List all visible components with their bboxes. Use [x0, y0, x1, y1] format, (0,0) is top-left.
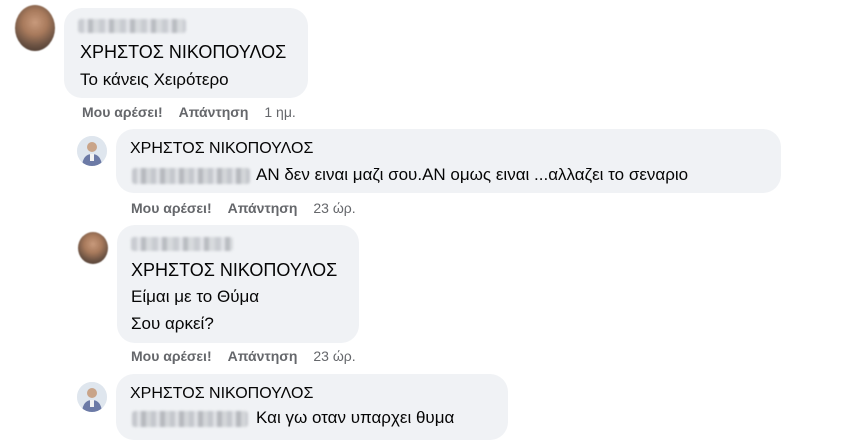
avatar[interactable] [78, 232, 108, 264]
blurred-tagged-name[interactable] [132, 168, 250, 184]
comment-timestamp[interactable]: 23 ώρ. [313, 200, 355, 216]
profile-photo-icon [77, 382, 107, 412]
avatar[interactable] [15, 5, 55, 51]
author-name[interactable]: ΧΡΗΣΤΟΣ ΝΙΚΟΠΟΥΛΟΣ [130, 140, 313, 158]
reply-button[interactable]: Απάντηση [228, 200, 298, 216]
blurred-commenter-name[interactable] [78, 19, 186, 33]
comment-timestamp[interactable]: 23 ώρ. [313, 348, 355, 364]
comment-text: ΑΝ δεν ειναι μαζι σου.ΑΝ ομως ειναι ...α… [256, 165, 689, 184]
comment-bubble: ΧΡΗΣΤΟΣ ΝΙΚΟΠΟΥΛΟΣ ΑΝ δεν ειναι μαζι σου… [116, 129, 781, 193]
comment-bubble: ΧΡΗΣΤΟΣ ΝΙΚΟΠΟΥΛΟΣ Το κάνεις Χειρότερο [64, 8, 308, 98]
comment-text: Και γω οταν υπαρχει θυμα [256, 408, 455, 427]
comment-actions: Μου αρέσει! Απάντηση 23 ώρ. [131, 200, 356, 216]
avatar[interactable] [77, 136, 107, 166]
comment-actions: Μου αρέσει! Απάντηση 23 ώρ. [131, 348, 356, 364]
like-button[interactable]: Μου αρέσει! [131, 348, 212, 364]
like-button[interactable]: Μου αρέσει! [131, 200, 212, 216]
blurred-commenter-name[interactable] [131, 237, 233, 251]
reply-button[interactable]: Απάντηση [179, 104, 249, 120]
tagged-author-name[interactable]: ΧΡΗΣΤΟΣ ΝΙΚΟΠΟΥΛΟΣ [80, 42, 286, 63]
blurred-tagged-name[interactable] [132, 411, 248, 427]
comment-bubble: ΧΡΗΣΤΟΣ ΝΙΚΟΠΟΥΛΟΣ Είμαι με το Θύμα Σου … [117, 225, 359, 343]
tagged-author-name[interactable]: ΧΡΗΣΤΟΣ ΝΙΚΟΠΟΥΛΟΣ [131, 260, 337, 281]
profile-photo-icon [77, 136, 107, 166]
comment-text: Το κάνεις Χειρότερο [80, 70, 229, 89]
author-name[interactable]: ΧΡΗΣΤΟΣ ΝΙΚΟΠΟΥΛΟΣ [130, 385, 313, 403]
comment-actions: Μου αρέσει! Απάντηση 1 ημ. [82, 104, 296, 120]
comment-bubble: ΧΡΗΣΤΟΣ ΝΙΚΟΠΟΥΛΟΣ Και γω οταν υπαρχει θ… [116, 374, 508, 440]
comment-text: Είμαι με το Θύμα [131, 287, 260, 306]
avatar[interactable] [77, 382, 107, 412]
like-button[interactable]: Μου αρέσει! [82, 104, 163, 120]
comment-timestamp[interactable]: 1 ημ. [264, 104, 295, 120]
comment-text: Σου αρκεί? [131, 314, 214, 333]
reply-button[interactable]: Απάντηση [228, 348, 298, 364]
